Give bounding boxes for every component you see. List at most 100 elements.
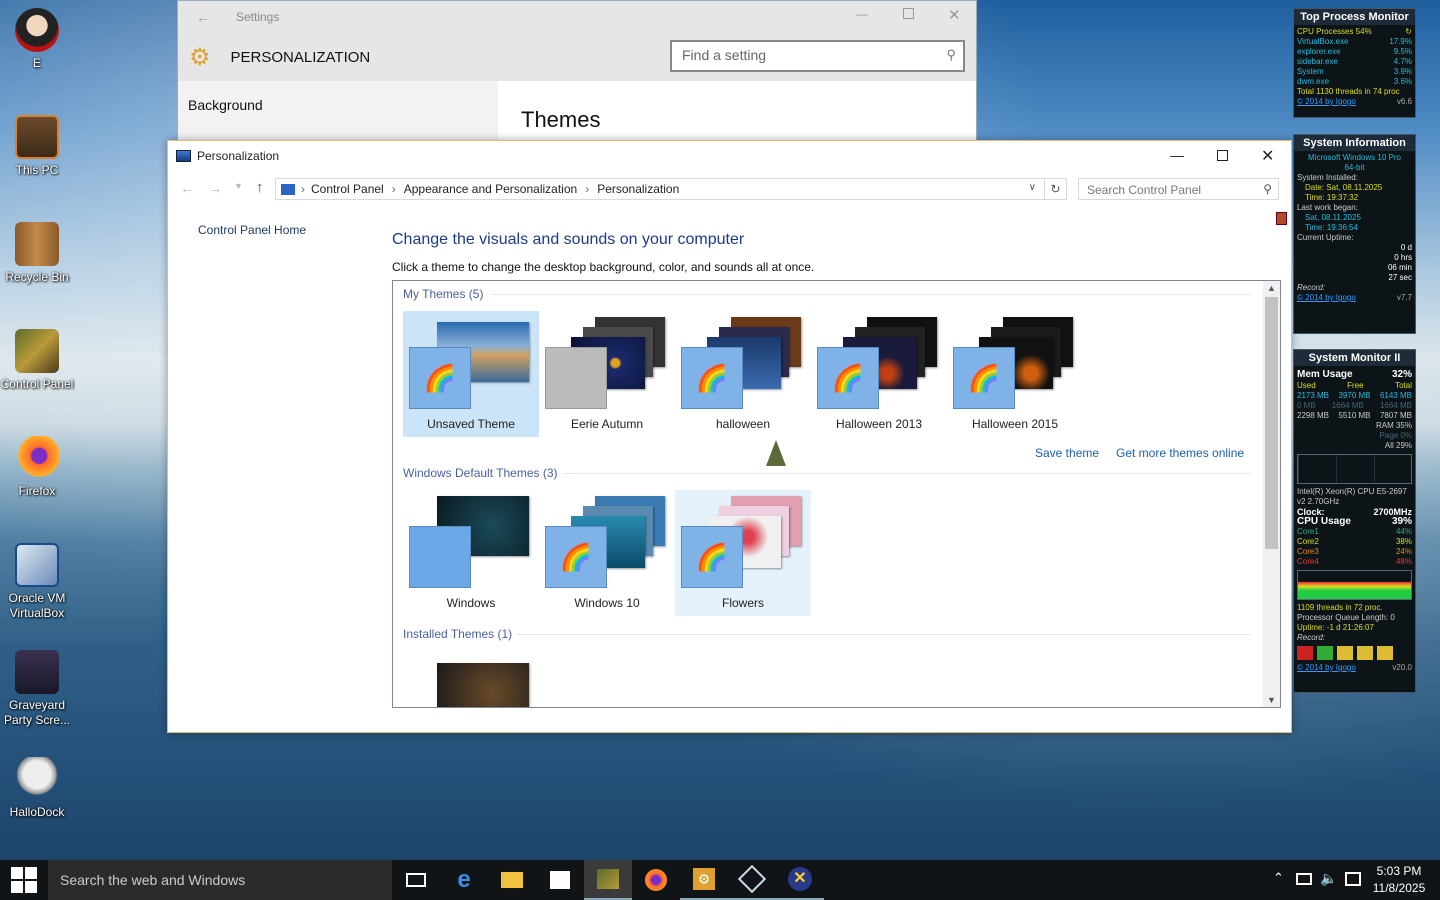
refresh-icon[interactable]: ↻ (1044, 179, 1066, 199)
back-arrow-icon[interactable]: ← (180, 180, 194, 196)
theme-windows[interactable]: Windows (403, 490, 539, 616)
personalization-window[interactable]: Personalization — ✕ ← → ▼ ↑ › Control Pa… (167, 140, 1292, 733)
taskbar-search-box[interactable]: Search the web and Windows (48, 860, 392, 900)
desktop-icon-graveyard[interactable]: Graveyard Party Scre... (0, 650, 74, 728)
desktop-icon-e[interactable]: E (0, 8, 74, 71)
maximize-icon[interactable] (1217, 150, 1228, 161)
volume-muted-icon[interactable]: 🔈 (1320, 870, 1337, 887)
theme-label: Windows (446, 596, 496, 610)
taskbar-app[interactable]: ✕ (776, 860, 824, 900)
breadcrumb-sep-icon: › (301, 182, 305, 196)
scrollbar-thumb[interactable] (1265, 297, 1278, 549)
sidebar-control-panel-home[interactable]: Control Panel Home (198, 223, 306, 237)
power-icon[interactable] (1297, 646, 1313, 660)
themes-list[interactable]: My Themes (5) 🌈 Unsaved Theme Eerie Autu… (392, 280, 1281, 708)
theme-windows-10[interactable]: 🌈 Windows 10 (539, 490, 675, 616)
top-process-monitor-gadget: Top Process Monitor CPU Processes 54% ↻ V… (1293, 8, 1416, 118)
breadcrumb-control-panel[interactable]: Control Panel (311, 182, 384, 196)
show-hidden-icons-chevron[interactable]: ⌃ (1273, 870, 1284, 886)
theme-eerie-autumn[interactable]: Eerie Autumn (539, 311, 675, 437)
minimize-icon[interactable]: — (1170, 147, 1184, 163)
theme-halloween-2015[interactable]: 🌈 Halloween 2015 (947, 311, 1083, 437)
theme-flowers[interactable]: 🌈 Flowers (675, 490, 811, 616)
chevron-down-icon[interactable]: ∨ (1029, 182, 1036, 193)
desktop-icon-this-pc[interactable]: This PC (0, 115, 74, 178)
recycle-icon[interactable] (1317, 646, 1333, 660)
taskbar-firefox[interactable] (632, 860, 680, 900)
taskbar-control-panel[interactable] (584, 860, 632, 900)
core-value: 48% (1395, 557, 1412, 566)
cpu-name: Intel(R) Xeon(R) CPU E5-2697 v2 2.70GHz (1297, 487, 1407, 506)
recent-chevron-icon[interactable]: ▼ (234, 181, 243, 191)
desktop-icon-virtualbox[interactable]: Oracle VM VirtualBox (0, 543, 74, 621)
save-theme-link[interactable]: Save theme (1035, 446, 1099, 460)
section-my-themes: My Themes (5) (403, 287, 484, 301)
taskbar-edge[interactable]: e (440, 860, 488, 900)
taskbar-settings[interactable]: ⚙ (680, 860, 728, 900)
firefox-icon (645, 869, 667, 891)
back-arrow-icon[interactable]: ← (196, 9, 216, 25)
core-label: Core2 (1297, 537, 1319, 546)
network-icon[interactable] (1296, 873, 1312, 885)
breadcrumb-personalization[interactable]: Personalization (597, 182, 679, 196)
settings-title: Settings (236, 10, 280, 24)
taskbar-file-explorer[interactable] (488, 860, 536, 900)
taskbar-virtualbox[interactable] (728, 860, 776, 900)
settings-window[interactable]: ← Settings — ✕ ⚙ PERSONALIZATION Find a … (177, 0, 977, 141)
forward-arrow-icon[interactable]: → (208, 180, 222, 196)
action-center-icon[interactable] (1345, 872, 1361, 886)
scroll-down-icon[interactable]: ▼ (1267, 695, 1276, 705)
mem-col: Free (1347, 381, 1364, 390)
desktop-icon-recycle-bin[interactable]: Recycle Bin (0, 222, 74, 285)
close-icon[interactable]: ✕ (948, 6, 961, 24)
gadget-credit-link[interactable]: © 2014 by Igogo (1297, 663, 1356, 673)
core-value: 24% (1395, 547, 1412, 556)
recycle-bin-icon (15, 222, 59, 266)
uptime-seconds: 27 sec (1388, 273, 1412, 282)
record-label: Record: (1297, 283, 1326, 292)
process-value: 17.9% (1389, 37, 1412, 46)
os-arch: 64-bit (1344, 163, 1365, 172)
mem-value: 6143 MB (1379, 391, 1412, 400)
task-view-button[interactable] (392, 860, 440, 900)
taskbar-store[interactable] (536, 860, 584, 900)
skull-icon (15, 757, 59, 801)
theme-halloween-2013[interactable]: 🌈 Halloween 2013 (811, 311, 947, 437)
palette-icon: 🌈 (545, 526, 607, 588)
search-control-panel-input[interactable]: Search Control Panel ⚲ (1078, 178, 1279, 200)
refresh-icon[interactable]: ↻ (1405, 27, 1412, 37)
minimize-icon[interactable]: — (856, 7, 868, 21)
desktop-icon-hallodock[interactable]: HalloDock (0, 757, 74, 820)
start-button[interactable] (0, 860, 48, 900)
theme-halloween[interactable]: 🌈 halloween (675, 311, 811, 437)
maximize-icon[interactable] (903, 8, 914, 19)
help-book-icon[interactable] (1276, 212, 1287, 225)
desktop-icon-firefox[interactable]: Firefox (0, 436, 74, 499)
mem-usage-label: Mem Usage (1297, 369, 1353, 380)
gadget-credit-link[interactable]: © 2014 by Igogo (1297, 293, 1356, 303)
taskbar-clock[interactable]: 5:03 PM 11/8/2025 (1368, 863, 1430, 897)
gear-icon: ⚙ (189, 43, 211, 71)
desktop-icon-control-panel[interactable]: Control Panel (0, 329, 74, 392)
theme-installed[interactable] (403, 651, 539, 707)
scrollbar[interactable]: ▲ ▼ (1263, 281, 1280, 707)
nav-item-background[interactable]: Background (188, 97, 263, 113)
process-name: sidebar.exe (1297, 57, 1338, 66)
theme-unsaved[interactable]: 🌈 Unsaved Theme (403, 311, 539, 437)
scroll-up-icon[interactable]: ▲ (1267, 283, 1276, 293)
up-arrow-icon[interactable]: ↑ (256, 179, 264, 196)
get-more-themes-link[interactable]: Get more themes online (1116, 446, 1244, 460)
breadcrumb-appearance[interactable]: Appearance and Personalization (404, 182, 577, 196)
gadget-credit-link[interactable]: © 2014 by Igogo (1297, 97, 1356, 107)
settings-icon[interactable] (1357, 646, 1373, 660)
mem-value: 2298 MB (1297, 411, 1330, 420)
process-value: 9.5% (1393, 47, 1412, 56)
settings-search-input[interactable]: Find a setting ⚲ (670, 40, 965, 72)
desktop-icon-label: E (32, 56, 41, 70)
close-icon[interactable]: ✕ (1261, 146, 1274, 166)
address-bar[interactable]: › Control Panel › Appearance and Persona… (275, 178, 1067, 200)
search-icon[interactable] (1377, 646, 1393, 660)
mem-value: 3970 MB (1338, 391, 1371, 400)
folder-icon[interactable] (1337, 646, 1353, 660)
palette-icon: 🌈 (681, 347, 743, 409)
